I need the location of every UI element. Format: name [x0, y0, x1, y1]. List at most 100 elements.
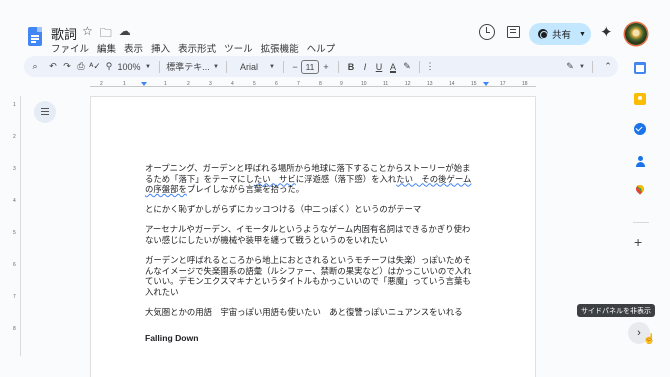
contacts-icon[interactable]	[634, 155, 646, 167]
vruler-mark: 5	[13, 230, 16, 236]
search-menus-icon[interactable]: ⌕	[24, 56, 46, 77]
vruler-mark: 3	[13, 166, 16, 172]
italic-button[interactable]: I	[358, 56, 372, 77]
hand-cursor-icon: ☝	[643, 334, 656, 345]
undo-icon[interactable]: ↶	[46, 56, 60, 77]
title-bar: 歌詞 ☆ 🗀 ☁ ファイル 編集 表示 挿入 表示形式 ツール 拡張機能 ヘルプ…	[0, 0, 670, 58]
ruler-mark: 2	[100, 81, 103, 87]
version-history-icon[interactable]	[479, 24, 495, 40]
ruler-mark: 18	[522, 81, 528, 87]
menu-insert[interactable]: 挿入	[151, 41, 170, 55]
account-avatar[interactable]	[625, 23, 647, 45]
vruler-mark: 6	[13, 262, 16, 268]
ruler-mark: 17	[500, 81, 506, 87]
calendar-icon[interactable]	[634, 62, 646, 74]
spelling-suggestion[interactable]: たい サビ	[254, 174, 296, 184]
ruler-mark: 7	[297, 81, 300, 87]
divider	[592, 60, 593, 73]
ruler-mark: 14	[449, 81, 455, 87]
ruler-mark: 10	[361, 81, 367, 87]
spellcheck-icon[interactable]: ᴬ✓	[88, 56, 102, 77]
horizontal-ruler[interactable]: 2 1 1 2 3 4 5 6 7 8 9 10 11 12 13 14 15 …	[90, 81, 536, 90]
hide-side-panel-tooltip: サイドパネルを非表示	[577, 304, 655, 317]
maps-icon[interactable]	[634, 185, 646, 197]
ruler-mark: 1	[164, 81, 167, 87]
highlight-icon[interactable]: ✎	[400, 56, 414, 77]
zoom-select[interactable]: 100%	[116, 56, 142, 77]
paragraph-style-select[interactable]: 標準テキ...	[165, 56, 211, 77]
font-size-input[interactable]: 11	[301, 59, 319, 74]
ruler-mark: 13	[427, 81, 433, 87]
decrease-font-size-icon[interactable]: −	[289, 56, 301, 77]
document-outline-button[interactable]	[34, 101, 56, 123]
paragraph[interactable]: オープニング、ガーデンと呼ばれる場所から地球に落下することからストーリーが始まる…	[145, 163, 477, 195]
menu-format[interactable]: 表示形式	[178, 41, 216, 55]
menu-help[interactable]: ヘルプ	[307, 41, 336, 55]
zoom-chevron-icon[interactable]: ▼	[142, 56, 154, 77]
style-chevron-icon[interactable]: ▼	[211, 56, 221, 77]
paragraph[interactable]: ガーデンと呼ばれるところから地上におとされるというモチーフは失楽）っぽいためそん…	[145, 255, 477, 297]
underline-button[interactable]: U	[372, 56, 386, 77]
divider	[283, 60, 284, 73]
share-button[interactable]: 共有 ▼	[529, 23, 591, 45]
redo-icon[interactable]: ↷	[60, 56, 74, 77]
menu-bar: ファイル 編集 表示 挿入 表示形式 ツール 拡張機能 ヘルプ	[51, 41, 335, 55]
paragraph[interactable]: 大気圏とかの用語 宇宙っぽい用語も使いたい あと復讐っぽいニュアンスをいれる	[145, 307, 477, 318]
paragraph[interactable]: とにかく恥ずかしがらずにカッコつける（中二っぽく）というのがテーマ	[145, 204, 477, 215]
ruler-mark: 15	[471, 81, 477, 87]
menu-extensions[interactable]: 拡張機能	[261, 41, 299, 55]
divider	[338, 60, 339, 73]
divider	[633, 222, 649, 223]
font-chevron-icon[interactable]: ▼	[266, 56, 278, 77]
globe-icon	[538, 29, 548, 39]
share-label: 共有	[552, 30, 572, 41]
editing-mode-icon[interactable]: ✎	[563, 56, 577, 77]
increase-font-size-icon[interactable]: +	[319, 56, 333, 77]
document-body[interactable]: オープニング、ガーデンと呼ばれる場所から地球に落下することからストーリーが始まる…	[145, 163, 477, 343]
divider	[159, 60, 160, 73]
menu-edit[interactable]: 編集	[97, 41, 116, 55]
text-run: に浮遊感（落下感）を入れ	[295, 173, 397, 184]
paint-format-icon[interactable]: ⚲	[102, 56, 116, 77]
ruler-mark: 4	[231, 81, 234, 87]
collapse-toolbar-icon[interactable]: ⌃	[598, 56, 618, 77]
divider	[419, 60, 420, 73]
menu-file[interactable]: ファイル	[51, 41, 89, 55]
print-icon[interactable]: ⎙	[74, 56, 88, 77]
vruler-mark: 2	[13, 134, 16, 140]
ruler-mark: 8	[319, 81, 322, 87]
keep-icon[interactable]	[634, 93, 646, 105]
document-page[interactable]: オープニング、ガーデンと呼ばれる場所から地球に落下することからストーリーが始まる…	[90, 96, 536, 377]
right-indent-marker[interactable]	[483, 82, 489, 86]
vruler-mark: 4	[13, 198, 16, 204]
ruler-mark: 6	[275, 81, 278, 87]
section-heading[interactable]: Falling Down	[145, 333, 477, 344]
ruler-mark: 11	[383, 81, 389, 87]
ruler-mark: 2	[187, 81, 190, 87]
chevron-down-icon[interactable]: ▼	[579, 31, 586, 38]
gemini-sparkle-icon[interactable]: ✦	[600, 25, 613, 40]
paragraph[interactable]: アーセナルやガーデン、イモータルというようなゲーム内固有名詞はできるかぎり使わな…	[145, 224, 477, 245]
ruler-mark: 3	[209, 81, 212, 87]
docs-logo-icon[interactable]	[28, 27, 42, 46]
bold-button[interactable]: B	[344, 56, 358, 77]
vruler-mark: 1	[13, 102, 16, 108]
vruler-mark: 8	[13, 326, 16, 332]
text-run: プレイしながら言葉を拾った。	[186, 184, 305, 195]
add-addon-icon[interactable]: +	[634, 235, 646, 249]
mode-chevron-icon[interactable]: ▼	[577, 56, 587, 77]
vruler-mark: 7	[13, 294, 16, 300]
formatting-toolbar: ⌕ ↶ ↷ ⎙ ᴬ✓ ⚲ 100% ▼ 標準テキ... ▼ Arial ▼ − …	[24, 56, 618, 77]
divider	[226, 60, 227, 73]
menu-view[interactable]: 表示	[124, 41, 143, 55]
more-options-icon[interactable]: ⋮	[425, 56, 435, 77]
tasks-icon[interactable]	[634, 123, 646, 135]
left-indent-marker[interactable]	[141, 82, 147, 86]
vertical-ruler[interactable]: 1 2 3 4 5 6 7 8	[13, 96, 21, 356]
menu-tools[interactable]: ツール	[224, 41, 253, 55]
ruler-mark: 1	[123, 81, 126, 87]
text-color-button[interactable]: A	[386, 56, 400, 77]
font-select[interactable]: Arial	[232, 56, 266, 77]
ruler-mark: 9	[340, 81, 343, 87]
comments-icon[interactable]	[507, 26, 520, 38]
